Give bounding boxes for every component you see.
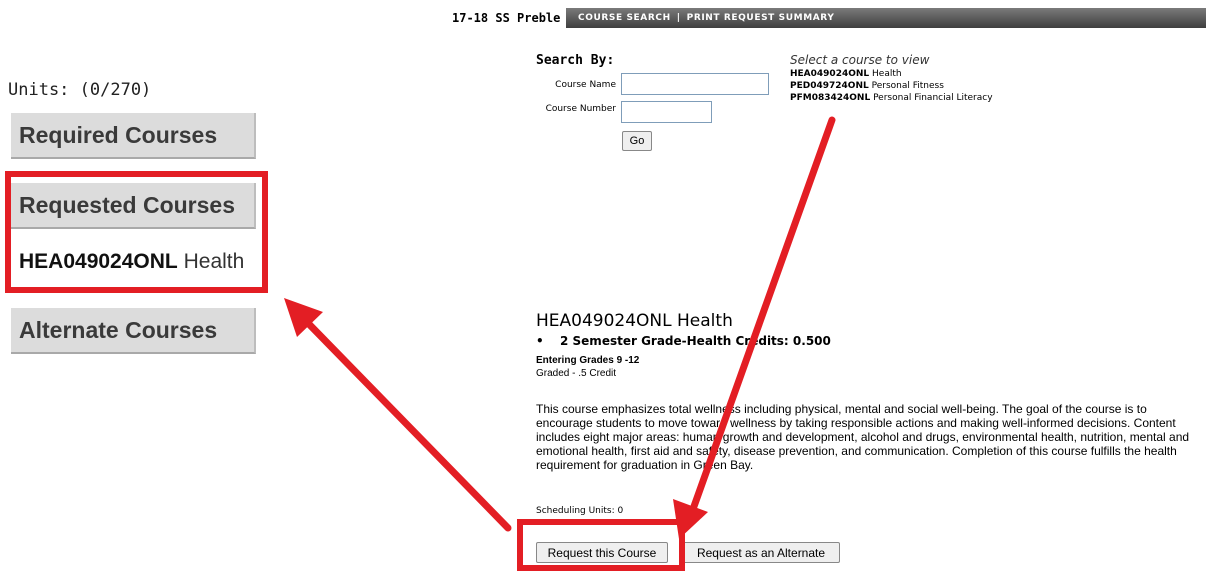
annotation-arrows <box>284 116 836 539</box>
arrow-to-requested-courses <box>284 298 512 532</box>
arrow-to-request-button <box>673 116 836 539</box>
